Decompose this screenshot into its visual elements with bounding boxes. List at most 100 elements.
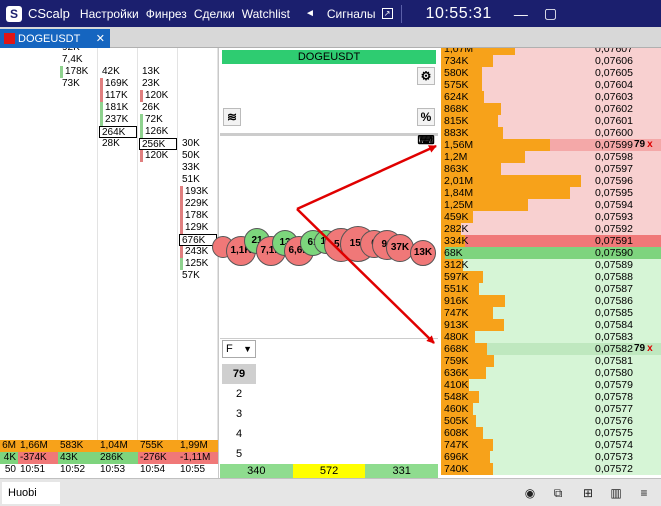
book-row[interactable]: 575K 0,07604: [441, 79, 661, 91]
cluster-cell: 181K: [100, 102, 128, 114]
book-row[interactable]: 459K 0,07593: [441, 211, 661, 223]
book-row[interactable]: 334K 0,07591: [441, 235, 661, 247]
book-row[interactable]: 740K 0,07572: [441, 463, 661, 475]
book-row[interactable]: 597K 0,07588: [441, 271, 661, 283]
menu-icon[interactable]: ≡: [634, 483, 654, 503]
ladder-settings-icon[interactable]: ≋: [223, 108, 241, 126]
bottom-counters: 340 572 331: [220, 464, 439, 478]
limit-order[interactable]: 79 x: [634, 343, 661, 355]
book-row[interactable]: 759K 0,07581: [441, 355, 661, 367]
add-chart-icon[interactable]: ▥: [606, 483, 626, 503]
tab-bar: DOGEUSDT ✕: [0, 27, 661, 48]
lot-size-item[interactable]: 5: [222, 444, 256, 464]
book-row[interactable]: 551K 0,07587: [441, 283, 661, 295]
book-volume: 580K: [444, 67, 469, 79]
book-volume: 734K: [444, 55, 469, 67]
popout-icon[interactable]: ⧉: [548, 483, 568, 503]
cluster-cell: 126K: [140, 126, 168, 138]
external-link-icon[interactable]: ↗: [381, 8, 393, 19]
book-row[interactable]: 1,56M 0,07599 79 x: [441, 139, 661, 151]
tab-dogeusdt[interactable]: DOGEUSDT ✕: [0, 29, 110, 48]
book-row[interactable]: 913K 0,07584: [441, 319, 661, 331]
cluster-cell: 28K: [102, 138, 120, 149]
book-volume: 460K: [444, 403, 469, 415]
book-row[interactable]: 282K 0,07592: [441, 223, 661, 235]
book-row[interactable]: 480K 0,07583: [441, 331, 661, 343]
book-price: 0,07572: [595, 463, 633, 475]
lot-size-item[interactable]: 3: [222, 404, 256, 424]
maximize-button[interactable]: ▢: [544, 5, 557, 22]
book-row[interactable]: 410K 0,07579: [441, 379, 661, 391]
cluster-delta-sum-cell: -374K: [18, 452, 58, 464]
signals-button[interactable]: Сигналы: [327, 7, 376, 21]
order-book[interactable]: 1,07M 0,07607 734K 0,07606 580K 0,07605 575K 0,…: [441, 48, 661, 478]
book-row[interactable]: 747K 0,07574: [441, 439, 661, 451]
cluster-cell: 72K: [140, 114, 163, 126]
cluster-cell: 120K: [140, 150, 168, 162]
book-row[interactable]: 815K 0,07601: [441, 115, 661, 127]
cluster-cell: 13K: [142, 66, 160, 77]
filter-select[interactable]: F ▼: [222, 340, 256, 358]
book-row[interactable]: 580K 0,07605: [441, 67, 661, 79]
menu-watchlist[interactable]: Watchlist: [242, 7, 290, 21]
cancel-order-icon[interactable]: x: [647, 139, 653, 150]
book-row[interactable]: 2,01M 0,07596: [441, 175, 661, 187]
book-row[interactable]: 734K 0,07606: [441, 55, 661, 67]
book-row[interactable]: 624K 0,07603: [441, 91, 661, 103]
percent-button[interactable]: %: [417, 108, 435, 126]
book-row[interactable]: 1,2M 0,07598: [441, 151, 661, 163]
book-row[interactable]: 747K 0,07585: [441, 307, 661, 319]
book-price: 0,07596: [595, 175, 633, 187]
eye-icon[interactable]: ◉: [520, 483, 540, 503]
book-row[interactable]: 68K 0,07590: [441, 247, 661, 259]
book-row[interactable]: 1,84M 0,07595: [441, 187, 661, 199]
book-row[interactable]: 312K 0,07589: [441, 259, 661, 271]
lot-size-item[interactable]: 2: [222, 384, 256, 404]
book-price: 0,07606: [595, 55, 633, 67]
settings-gear-icon[interactable]: ⚙: [417, 67, 435, 85]
book-row[interactable]: 863K 0,07597: [441, 163, 661, 175]
exchange-label[interactable]: Huobi: [2, 482, 60, 504]
book-row[interactable]: 636K 0,07580: [441, 367, 661, 379]
book-volume: 312K: [444, 259, 469, 271]
book-row[interactable]: 868K 0,07602: [441, 103, 661, 115]
book-row[interactable]: 505K 0,07576: [441, 415, 661, 427]
menu-deals[interactable]: Сделки: [194, 7, 235, 21]
keyboard-icon[interactable]: ⌨: [417, 134, 435, 148]
cluster-volume-sum-cell: 583K: [58, 440, 98, 452]
trades-panel: DOGEUSDT ⚙ ≋ % ⌨ 1,1K217,1K136,6K61145,1…: [212, 48, 439, 478]
book-price: 0,07594: [595, 199, 633, 211]
cluster-delta-sum-cell: -276K: [138, 452, 178, 464]
lot-size-item[interactable]: 79: [222, 364, 256, 384]
book-row[interactable]: 548K 0,07578: [441, 391, 661, 403]
add-window-icon[interactable]: ⊞: [578, 483, 598, 503]
book-row[interactable]: 916K 0,07586: [441, 295, 661, 307]
book-price: 0,07585: [595, 307, 633, 319]
limit-order[interactable]: 79 x: [634, 139, 661, 151]
book-row[interactable]: 460K 0,07577: [441, 403, 661, 415]
cluster-cell: 30K: [182, 138, 200, 149]
lot-size-item[interactable]: 4: [222, 424, 256, 444]
book-volume: 575K: [444, 79, 469, 91]
book-volume: 883K: [444, 127, 469, 139]
minimize-button[interactable]: —: [514, 6, 528, 22]
cancel-order-icon[interactable]: x: [647, 343, 653, 354]
book-row[interactable]: 1,25M 0,07594: [441, 199, 661, 211]
close-tab-icon[interactable]: ✕: [96, 32, 105, 45]
bottom-counter: 340: [220, 464, 293, 478]
panel-divider[interactable]: [220, 133, 438, 136]
book-row[interactable]: 696K 0,07573: [441, 451, 661, 463]
book-row[interactable]: 608K 0,07575: [441, 427, 661, 439]
cluster-cell: 264K: [99, 126, 137, 138]
book-row[interactable]: 668K 0,07582 79 x: [441, 343, 661, 355]
menu-settings[interactable]: Настройки: [80, 7, 139, 21]
cluster-delta-sum-cell: 286K: [98, 452, 138, 464]
book-row[interactable]: 1,07M 0,07607: [441, 48, 661, 55]
limit-order-qty: 79: [634, 343, 646, 354]
book-volume: 2,01M: [444, 175, 474, 187]
book-row[interactable]: 883K 0,07600: [441, 127, 661, 139]
book-volume: 868K: [444, 103, 469, 115]
book-volume: 551K: [444, 283, 469, 295]
collapse-left-icon[interactable]: ◄: [305, 8, 315, 19]
menu-finrez[interactable]: Финрез: [146, 7, 187, 21]
